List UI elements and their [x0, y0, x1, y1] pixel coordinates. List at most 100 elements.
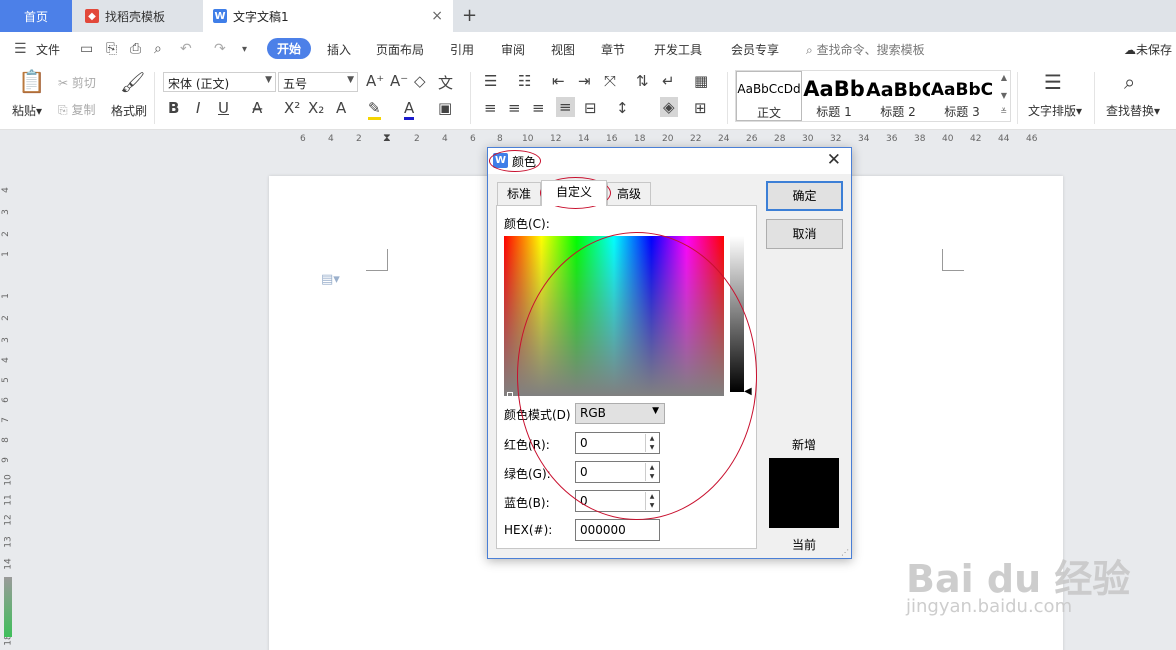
chinese-layout-icon[interactable]: ⤧ [604, 72, 616, 90]
menu-section[interactable]: 章节 [601, 41, 625, 58]
sort-icon[interactable]: ⇅ [636, 72, 649, 90]
shading-icon[interactable]: ◈ [660, 97, 678, 117]
strikethrough-icon[interactable]: A̶ [252, 99, 262, 117]
spinner-arrows-icon[interactable]: ▲ ▼ [645, 492, 658, 510]
save-icon[interactable]: ▭ [80, 41, 93, 57]
magnifier-icon[interactable]: ⌕ [1124, 70, 1135, 94]
tab-document[interactable]: W 文字文稿1 × [203, 0, 453, 32]
menu-home[interactable]: 开始 [267, 38, 312, 59]
red-input[interactable]: 0 ▲ ▼ [575, 432, 660, 454]
tab-custom[interactable]: 自定义 [541, 180, 607, 206]
preview-icon[interactable]: ⌕ [154, 41, 162, 57]
menu-references[interactable]: 引用 [450, 41, 474, 58]
font-name-select[interactable]: 宋体 (正文) ▼ [163, 72, 276, 92]
export-icon[interactable]: ⎘ [106, 41, 117, 57]
color-spectrum[interactable] [504, 236, 724, 396]
style-heading-1[interactable]: AaBb 标题 1 [802, 71, 866, 121]
menu-member[interactable]: 会员专享 [731, 41, 779, 58]
hamburger-icon[interactable]: ☰ [14, 41, 27, 57]
copy-button[interactable]: ⎘ 复制 [58, 101, 95, 118]
command-search[interactable]: ⌕ 查找命令、搜索模板 [806, 41, 925, 58]
menu-developer[interactable]: 开发工具 [654, 41, 702, 58]
expand-gallery-icon[interactable]: ≚ [1000, 107, 1007, 116]
tab-template[interactable]: ◆ 找稻壳模板 [73, 0, 201, 32]
format-painter-button[interactable]: 格式刷 [111, 102, 147, 119]
justify-icon[interactable]: ≡ [556, 97, 575, 117]
print-icon[interactable]: ⎙ [130, 41, 141, 57]
style-heading-3[interactable]: AaBbC 标题 3 [930, 71, 994, 121]
spinner-arrows-icon[interactable]: ▲ ▼ [645, 463, 658, 481]
subscript-icon[interactable]: X₂ [308, 99, 324, 117]
scroll-up-icon[interactable]: ▲ [1001, 73, 1007, 82]
brush-icon[interactable]: 🖌 [120, 70, 145, 94]
spinner-arrows-icon[interactable]: ▲ ▼ [645, 434, 658, 452]
text-layout-icon[interactable]: ☰ [1044, 70, 1062, 94]
line-spacing-icon[interactable]: ↕ [616, 99, 629, 117]
search-icon: ⌕ [806, 43, 813, 57]
bullet-list-icon[interactable]: ☰ [484, 72, 497, 90]
paste-button[interactable]: 粘贴▾ [12, 102, 42, 119]
indent-icon[interactable]: ⇥ [578, 72, 591, 90]
paste-icon[interactable]: 📋 [18, 70, 45, 95]
dialog-titlebar[interactable]: W 颜色 ✕ [488, 148, 851, 174]
align-right-icon[interactable]: ≡ [532, 99, 545, 117]
redo-icon[interactable]: ↷ [214, 41, 226, 57]
text-layout-button[interactable]: 文字排版▾ [1028, 102, 1082, 119]
tab-home[interactable]: 首页 [0, 0, 72, 32]
find-replace-button[interactable]: 查找替换▾ [1106, 102, 1160, 119]
luminance-pointer-icon[interactable]: ◀ [744, 386, 752, 397]
scroll-down-icon[interactable]: ▼ [1001, 91, 1007, 100]
highlight-icon[interactable]: ✎ [368, 99, 381, 120]
cancel-button[interactable]: 取消 [766, 219, 843, 249]
clear-format-icon[interactable]: ◇ [414, 72, 426, 90]
spectrum-crosshair[interactable] [507, 392, 513, 398]
align-center-icon[interactable]: ≡ [508, 99, 521, 117]
bold-icon[interactable]: B [168, 99, 179, 117]
border-icon[interactable]: ⊞ [694, 99, 707, 117]
tab-advanced[interactable]: 高级 [607, 182, 651, 206]
distributed-icon[interactable]: ⊟ [584, 99, 597, 117]
outdent-icon[interactable]: ⇤ [552, 72, 565, 90]
menu-review[interactable]: 审阅 [501, 41, 525, 58]
ruler-scroll-marker[interactable] [4, 577, 12, 637]
chevron-down-icon[interactable]: ▾ [242, 44, 247, 55]
menu-page-layout[interactable]: 页面布局 [376, 41, 424, 58]
underline-icon[interactable]: U [218, 99, 229, 117]
table-tools-icon[interactable]: ▦ [694, 72, 708, 90]
add-tab-icon[interactable]: + [462, 5, 477, 26]
paragraph-handle-icon[interactable]: ▤▾ [321, 272, 340, 287]
font-color-icon[interactable]: A [404, 99, 415, 120]
style-heading-2[interactable]: AaBbC 标题 2 [866, 71, 930, 121]
cut-button[interactable]: ✂ 剪切 [58, 74, 96, 91]
italic-icon[interactable]: I [196, 99, 200, 117]
cloud-status[interactable]: ☁未保存 [1124, 41, 1172, 58]
style-normal[interactable]: AaBbCcDd 正文 [736, 71, 802, 121]
hex-input[interactable]: 000000 [575, 519, 660, 541]
luminance-bar[interactable] [730, 236, 744, 392]
ruler-tick: 6 [470, 134, 476, 144]
char-border-icon[interactable]: ▣ [438, 99, 452, 117]
resize-grip-icon[interactable]: ⋰ [841, 548, 849, 557]
align-left-icon[interactable]: ≡ [484, 99, 497, 117]
color-mode-select[interactable]: RGB ▼ [575, 403, 665, 424]
blue-input[interactable]: 0 ▲ ▼ [575, 490, 660, 512]
numbered-list-icon[interactable]: ☷ [518, 72, 531, 90]
undo-icon[interactable]: ↶ [180, 41, 192, 57]
ok-button[interactable]: 确定 [766, 181, 843, 211]
close-icon[interactable]: ✕ [827, 150, 841, 170]
paragraph-mark-icon[interactable]: ↵ [662, 72, 675, 90]
tab-standard[interactable]: 标准 [497, 182, 541, 206]
indent-marker-icon[interactable]: ⧗ [383, 131, 391, 145]
menu-file[interactable]: 文件 [36, 41, 60, 58]
grow-font-icon[interactable]: A⁺ [366, 72, 384, 90]
superscript-icon[interactable]: X² [284, 99, 300, 117]
font-size-select[interactable]: 五号 ▼ [278, 72, 358, 92]
green-input[interactable]: 0 ▲ ▼ [575, 461, 660, 483]
vertical-ruler[interactable]: 4 3 2 1 1 2 3 4 5 6 7 8 9 10 11 12 13 14… [0, 149, 16, 650]
menu-insert[interactable]: 插入 [327, 41, 351, 58]
text-effect-icon[interactable]: A [336, 99, 346, 117]
phonetic-icon[interactable]: 文 [438, 72, 453, 93]
close-tab-icon[interactable]: × [431, 8, 443, 24]
shrink-font-icon[interactable]: A⁻ [390, 72, 408, 90]
menu-view[interactable]: 视图 [551, 41, 575, 58]
